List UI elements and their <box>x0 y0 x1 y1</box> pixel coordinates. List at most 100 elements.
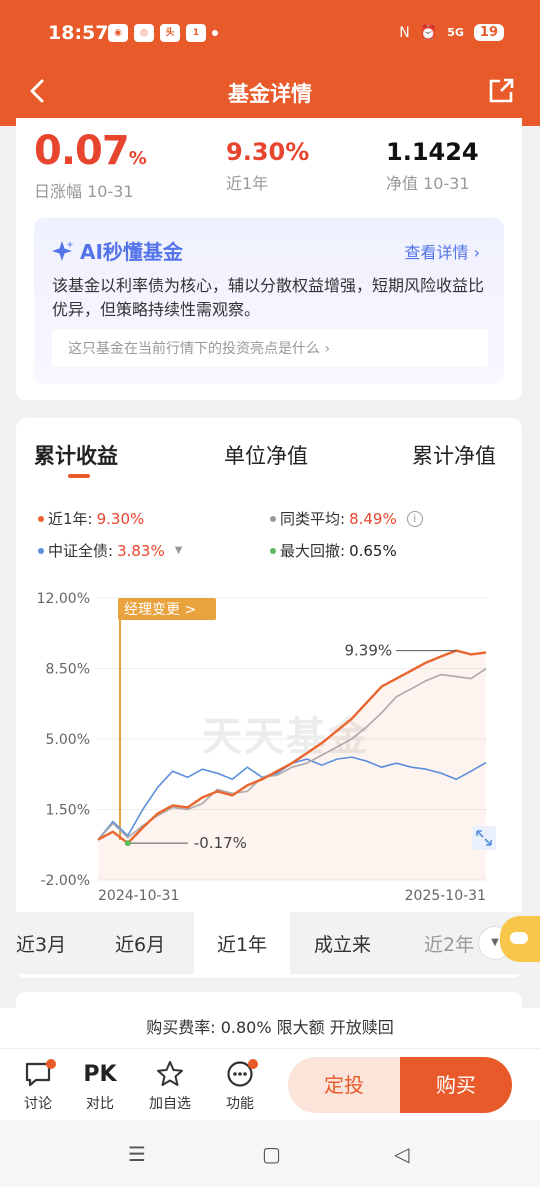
sip-button[interactable]: 定投 <box>288 1057 400 1113</box>
ai-question-text: 这只基金在当前行情下的投资亮点是什么 <box>68 341 320 357</box>
star-icon <box>157 1061 183 1086</box>
legend-benchmark-label: 中证全债: <box>48 542 114 560</box>
ai-more-label: 查看详情 <box>404 243 469 262</box>
year-return: 9.30% 近1年 <box>226 128 309 194</box>
year-return-value: 9.30% <box>226 138 310 166</box>
max-annotation-label: 9.39% <box>344 642 392 660</box>
discuss-label: 讨论 <box>24 1096 52 1112</box>
back-triangle-icon[interactable]: ◁ <box>394 1142 409 1166</box>
news-100-icon: 1 <box>186 24 206 42</box>
tab-cumulative-nav[interactable]: 累计净值 <box>412 440 496 470</box>
legend-dot-drawdown <box>270 547 276 554</box>
y-tick-label: 8.50% <box>46 662 90 678</box>
page-title: 基金详情 <box>228 82 312 106</box>
range-3m[interactable]: 近3月 <box>16 930 66 957</box>
functions-button[interactable]: 功能 <box>216 1059 264 1113</box>
share-icon[interactable] <box>486 76 516 106</box>
legend-max-drawdown: 最大回撤: 0.65% <box>270 540 397 561</box>
range-1y[interactable]: 近1年 <box>194 912 290 974</box>
add-watchlist-label: 加自选 <box>149 1096 191 1112</box>
dropdown-caret-icon: ▼ <box>174 545 183 556</box>
min-annotation-label: -0.17% <box>194 834 247 852</box>
ai-title: AI秒懂基金 <box>52 236 183 265</box>
range-2y[interactable]: 近2年 <box>424 930 474 957</box>
y-tick-label: -2.00% <box>40 873 90 889</box>
manager-change-label: 经理变更 > <box>124 602 196 618</box>
legend-dot-fund <box>38 515 44 522</box>
toutiao-icon: 头 <box>160 24 180 42</box>
mascot-face <box>510 932 528 944</box>
return-line-chart[interactable]: 12.00% 8.50% 5.00% 1.50% -2.00% 2024-10-31 202… <box>16 578 522 908</box>
y-tick-label: 5.00% <box>46 732 90 748</box>
daily-change: 0.07% 日涨幅 10-31 <box>34 128 147 202</box>
net-value: 1.1424 净值 10-31 <box>386 128 479 194</box>
add-watchlist-button[interactable]: 加自选 <box>146 1059 194 1113</box>
year-return-label: 近1年 <box>226 174 269 193</box>
ai-more-link[interactable]: 查看详情 › <box>404 239 480 263</box>
home-square-icon[interactable]: ▢ <box>262 1142 281 1166</box>
daily-change-label: 日涨幅 10-31 <box>34 182 134 201</box>
alarm-icon: ⏰ <box>419 24 438 41</box>
ai-summary-card: AI秒懂基金 查看详情 › 该基金以利率债为核心，辅以分散权益增强，短期风险收益… <box>16 204 522 400</box>
functions-label: 功能 <box>226 1096 254 1112</box>
legend-peer-value: 8.49% <box>349 509 397 528</box>
performance-chart-card: 累计收益 单位净值 累计净值 近1年: 9.30% 同类平均: 8.49% i 中证… <box>0 418 540 978</box>
header: 18:57 ◉ ◎ 头 1 N ⏰ 5G 19 基金详情 <box>0 0 540 126</box>
time-range-tabs: 近3月 近6月 近1年 成立来 近2年 ▼ <box>0 912 540 974</box>
wechat-icon: ◉ <box>108 24 128 42</box>
legend-dot-peer <box>270 515 276 522</box>
x-tick-label: 2025-10-31 <box>405 888 486 904</box>
fund-area <box>98 650 486 880</box>
battery-icon: 19 <box>473 24 504 41</box>
nfc-icon: N <box>399 24 410 41</box>
tab-cumulative-return[interactable]: 累计收益 <box>34 440 118 470</box>
drawdown-point <box>124 840 131 847</box>
status-time: 18:57 <box>48 22 109 44</box>
expand-icon <box>472 826 496 850</box>
net-value-label: 净值 10-31 <box>386 174 470 193</box>
ai-summary-panel: AI秒懂基金 查看详情 › 该基金以利率债为核心，辅以分散权益增强，短期风险收益… <box>34 218 504 384</box>
sparkle-icon <box>52 240 74 261</box>
discuss-badge <box>46 1059 56 1069</box>
x-tick-label: 2024-10-31 <box>98 888 179 904</box>
buy-button[interactable]: 购买 <box>400 1057 512 1113</box>
legend-fund-label: 近1年: <box>48 510 93 528</box>
status-bar: 18:57 ◉ ◎ 头 1 N ⏰ 5G 19 <box>0 14 540 54</box>
discuss-button[interactable]: 讨论 <box>14 1059 62 1113</box>
daily-change-value: 0.07 <box>34 128 130 174</box>
status-right: N ⏰ 5G 19 <box>399 24 504 41</box>
fee-info: 购买费率: 0.80% 限大额 开放赎回 <box>0 1008 540 1048</box>
legend-peer-average: 同类平均: 8.49% i <box>270 508 423 529</box>
range-6m[interactable]: 近6月 <box>115 930 165 957</box>
mascot-icon[interactable] <box>500 916 540 962</box>
signal-icon: 5G <box>447 26 464 39</box>
more-notifications-icon <box>212 30 218 36</box>
pk-icon: PK <box>83 1061 117 1087</box>
y-tick-label: 12.00% <box>37 591 90 607</box>
tab-unit-nav[interactable]: 单位净值 <box>224 440 308 470</box>
active-tab-indicator <box>68 474 90 478</box>
chevron-right-icon: › <box>324 341 331 357</box>
nav-bar: 基金详情 <box>0 64 540 120</box>
legend-peer-label: 同类平均: <box>280 510 346 528</box>
ai-title-text: AI秒懂基金 <box>80 240 183 264</box>
legend-dot-benchmark <box>38 547 44 554</box>
chart-tabs: 累计收益 单位净值 累计净值 <box>16 440 522 480</box>
ai-question-prompt[interactable]: 这只基金在当前行情下的投资亮点是什么 › <box>52 329 488 367</box>
browser-icon: ◎ <box>134 24 154 42</box>
range-since-inception[interactable]: 成立来 <box>314 930 371 957</box>
legend-benchmark[interactable]: 中证全债: 3.83% ▼ <box>38 540 182 561</box>
compare-button[interactable]: PK 对比 <box>76 1059 124 1113</box>
legend-drawdown-label: 最大回撤: <box>280 542 346 560</box>
fund-stats-card: 0.07% 日涨幅 10-31 9.30% 近1年 1.1424 净值 10-3… <box>16 118 522 214</box>
functions-badge <box>248 1059 258 1069</box>
legend-benchmark-value: 3.83% <box>117 541 165 560</box>
system-nav-bar: ☰ ▢ ◁ <box>0 1120 540 1187</box>
legend-fund-value: 9.30% <box>96 509 145 528</box>
legend-drawdown-value: 0.65% <box>349 541 397 560</box>
compare-label: 对比 <box>86 1096 114 1112</box>
info-icon[interactable]: i <box>406 510 423 527</box>
action-bar: 讨论 PK 对比 加自选 功能 定投 购买 <box>0 1048 540 1120</box>
status-app-icons: ◉ ◎ 头 1 <box>108 24 218 42</box>
menu-icon[interactable]: ☰ <box>128 1142 146 1166</box>
